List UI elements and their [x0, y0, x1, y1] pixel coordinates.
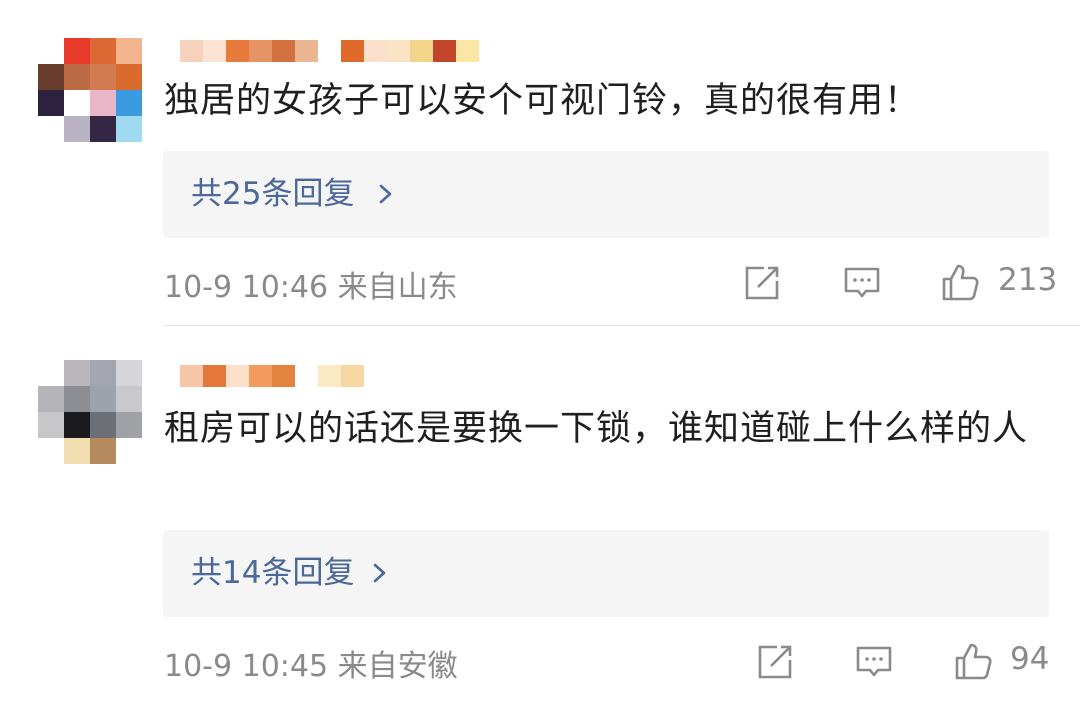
avatar-pixel	[64, 116, 90, 142]
like-thumb-icon[interactable]	[953, 641, 993, 681]
avatar-pixel	[38, 116, 64, 142]
username-pixel	[249, 40, 272, 62]
avatar[interactable]	[38, 38, 142, 142]
avatar-pixel	[38, 386, 64, 412]
reply-count-label: 共14条回复	[191, 555, 355, 591]
avatar-pixel	[38, 438, 64, 464]
comment-meta: 10-9 10:46 来自山东	[164, 270, 458, 305]
avatar-pixel	[116, 360, 142, 386]
view-replies-button[interactable]: 共14条回复	[163, 530, 1049, 617]
username-pixel	[203, 40, 226, 62]
avatar-pixel	[64, 412, 90, 438]
avatar-pixel	[38, 90, 64, 116]
avatar-pixel	[38, 64, 64, 90]
avatar-pixel	[90, 360, 116, 386]
username-redacted[interactable]	[180, 40, 479, 62]
username-pixel	[226, 40, 249, 62]
avatar-pixel	[64, 90, 90, 116]
username-pixel	[226, 365, 249, 387]
avatar-pixel	[64, 64, 90, 90]
comment-icon[interactable]	[842, 263, 882, 303]
avatar-pixel	[90, 38, 116, 64]
username-pixel	[410, 40, 433, 62]
username-pixel	[318, 40, 341, 62]
username-pixel	[341, 40, 364, 62]
avatar-pixel	[90, 412, 116, 438]
username-pixel	[295, 40, 318, 62]
avatar-pixel	[90, 64, 116, 90]
avatar-pixel	[38, 412, 64, 438]
avatar-pixel	[116, 90, 142, 116]
username-pixel	[433, 40, 456, 62]
username-redacted[interactable]	[180, 365, 364, 387]
avatar-pixel	[64, 438, 90, 464]
avatar-pixel	[90, 90, 116, 116]
username-pixel	[249, 365, 272, 387]
share-icon[interactable]	[742, 263, 782, 303]
avatar-pixel	[90, 116, 116, 142]
comment-icon[interactable]	[854, 642, 894, 682]
comment-divider	[163, 325, 1080, 326]
avatar-pixel	[116, 64, 142, 90]
avatar-pixel	[38, 360, 64, 386]
username-pixel	[272, 365, 295, 387]
avatar[interactable]	[38, 360, 142, 464]
avatar-pixel	[116, 116, 142, 142]
like-thumb-icon[interactable]	[940, 262, 980, 302]
avatar-pixel	[90, 438, 116, 464]
comment-text: 租房可以的话还是要换一下锁，谁知道碰上什么样的人	[164, 409, 1029, 449]
avatar-pixel	[64, 360, 90, 386]
username-pixel	[364, 40, 387, 62]
username-pixel	[180, 365, 203, 387]
avatar-pixel	[90, 386, 116, 412]
username-pixel	[203, 365, 226, 387]
share-icon[interactable]	[755, 642, 795, 682]
avatar-pixel	[64, 386, 90, 412]
avatar-pixel	[116, 412, 142, 438]
username-pixel	[387, 40, 410, 62]
like-count: 213	[998, 262, 1058, 298]
like-count: 94	[1010, 641, 1050, 677]
username-pixel	[272, 40, 295, 62]
username-pixel	[341, 365, 364, 387]
username-pixel	[318, 365, 341, 387]
avatar-pixel	[116, 38, 142, 64]
chevron-right-icon	[379, 184, 392, 204]
avatar-pixel	[64, 38, 90, 64]
reply-count-label: 共25条回复	[191, 176, 355, 212]
avatar-pixel	[116, 438, 142, 464]
username-pixel	[295, 365, 318, 387]
avatar-pixel	[116, 386, 142, 412]
view-replies-button[interactable]: 共25条回复	[163, 151, 1049, 238]
username-pixel	[180, 40, 203, 62]
chevron-right-icon	[373, 563, 386, 583]
avatar-pixel	[38, 38, 64, 64]
comment-text: 独居的女孩子可以安个可视门铃，真的很有用！	[164, 81, 921, 121]
comment-meta: 10-9 10:45 来自安徽	[164, 649, 458, 684]
username-pixel	[456, 40, 479, 62]
